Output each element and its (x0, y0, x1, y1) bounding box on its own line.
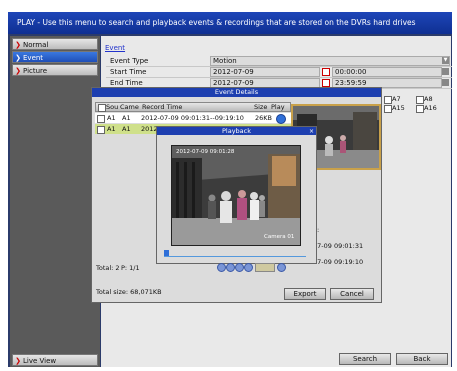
title-bar: PLAY - Use this menu to search and playb… (8, 12, 452, 34)
row-checkbox[interactable] (97, 126, 105, 134)
first-page-icon[interactable] (217, 263, 226, 272)
channel-checkbox[interactable] (384, 105, 392, 113)
start-time-label: Start Time (110, 68, 147, 76)
cancel-button[interactable]: Cancel (330, 288, 374, 300)
channel-label: A8 (424, 95, 433, 103)
chevron-right-icon: ❯ (15, 41, 21, 49)
cell-source: A1 (107, 125, 116, 133)
channel-checkbox[interactable] (384, 96, 392, 104)
column-header: Came (120, 103, 139, 111)
back-button[interactable]: Back (396, 353, 448, 365)
event-type-row: Event Type Motion ▼ (106, 56, 452, 67)
total-count: Total: 2 (96, 264, 120, 272)
last-page-icon[interactable] (244, 263, 253, 272)
record-time-info: e: 07-09 09:01:31 07-09 09:19:10 (313, 222, 363, 270)
table-header: Sou Came Record Time Size Play (95, 102, 291, 112)
info-end-time: 07-09 09:19:10 (313, 258, 364, 266)
sidebar (10, 36, 100, 367)
sidebar-item-live-view[interactable]: ❯ Live View (12, 354, 98, 366)
export-button[interactable]: Export (284, 288, 326, 300)
sidebar-item-picture[interactable]: ❯ Picture (12, 64, 98, 76)
column-header: Record Time (142, 103, 183, 111)
prev-page-icon[interactable] (226, 263, 235, 272)
play-icon[interactable] (276, 114, 286, 124)
start-date-field[interactable]: 2012-07-09 (210, 67, 320, 77)
playback-video: 2012-07-09 09:01:28 Camera 01 (171, 145, 301, 246)
search-button[interactable]: Search (339, 353, 391, 365)
page-number-input[interactable] (255, 263, 275, 272)
title-text: PLAY - Use this menu to search and playb… (17, 18, 416, 27)
osd-camera-name: Camera 01 (264, 234, 295, 240)
calendar-icon[interactable] (322, 79, 330, 87)
calendar-icon[interactable] (322, 68, 330, 76)
clock-icon[interactable] (442, 79, 449, 86)
cell-camera: A1 (122, 125, 131, 133)
go-page-icon[interactable] (277, 263, 286, 272)
cell-camera: A1 (122, 114, 131, 122)
channel-checkbox[interactable] (416, 96, 424, 104)
row-checkbox[interactable] (97, 115, 105, 123)
cell-size: 26KB (255, 114, 272, 122)
dropdown-arrow-icon[interactable]: ▼ (442, 57, 449, 64)
column-header: Size (254, 103, 268, 111)
event-details-title: Event Details (92, 88, 381, 97)
channel-label: A16 (424, 104, 437, 112)
video-frame (172, 146, 300, 245)
info-label: e: (313, 222, 363, 238)
playback-timeline[interactable] (164, 250, 306, 257)
start-time-row: Start Time 2012-07-09 00:00:00 (106, 67, 452, 78)
info-start-time: 07-09 09:01:31 (313, 242, 364, 250)
column-header: Play (271, 103, 285, 111)
timeline-handle[interactable] (164, 250, 169, 256)
chevron-right-icon: ❯ (15, 67, 21, 75)
channel-checkbox[interactable] (416, 105, 424, 113)
select-all-checkbox[interactable] (98, 104, 106, 112)
next-page-icon[interactable] (235, 263, 244, 272)
sidebar-item-event[interactable]: ❯ Event (12, 51, 98, 63)
osd-timestamp: 2012-07-09 09:01:28 (176, 149, 235, 155)
playback-title: Playback (157, 127, 316, 135)
channel-label: A7 (392, 95, 401, 103)
column-header: Sou (106, 103, 119, 111)
cell-record-time: 2012-07-09 09:01:31--09:19:10 (141, 114, 244, 122)
table-row[interactable]: A1 A1 2012-07-09 09:01:31--09:19:10 26KB (95, 113, 291, 124)
page-indicator: P: 1/1 (121, 264, 140, 272)
chevron-right-icon: ❯ (15, 357, 21, 365)
start-time-field[interactable]: 00:00:00 (332, 67, 442, 77)
sidebar-item-normal[interactable]: ❯ Normal (12, 38, 98, 50)
channel-label: A15 (392, 104, 405, 112)
event-tab-link[interactable]: Event (105, 44, 125, 52)
event-type-label: Event Type (110, 57, 149, 65)
close-icon[interactable]: × (309, 128, 314, 135)
event-type-select[interactable]: Motion (210, 56, 450, 66)
clock-icon[interactable] (442, 68, 449, 75)
chevron-right-icon: ❯ (15, 54, 21, 62)
cell-source: A1 (107, 114, 116, 122)
total-size: Total size: 68,071KB (96, 288, 162, 296)
